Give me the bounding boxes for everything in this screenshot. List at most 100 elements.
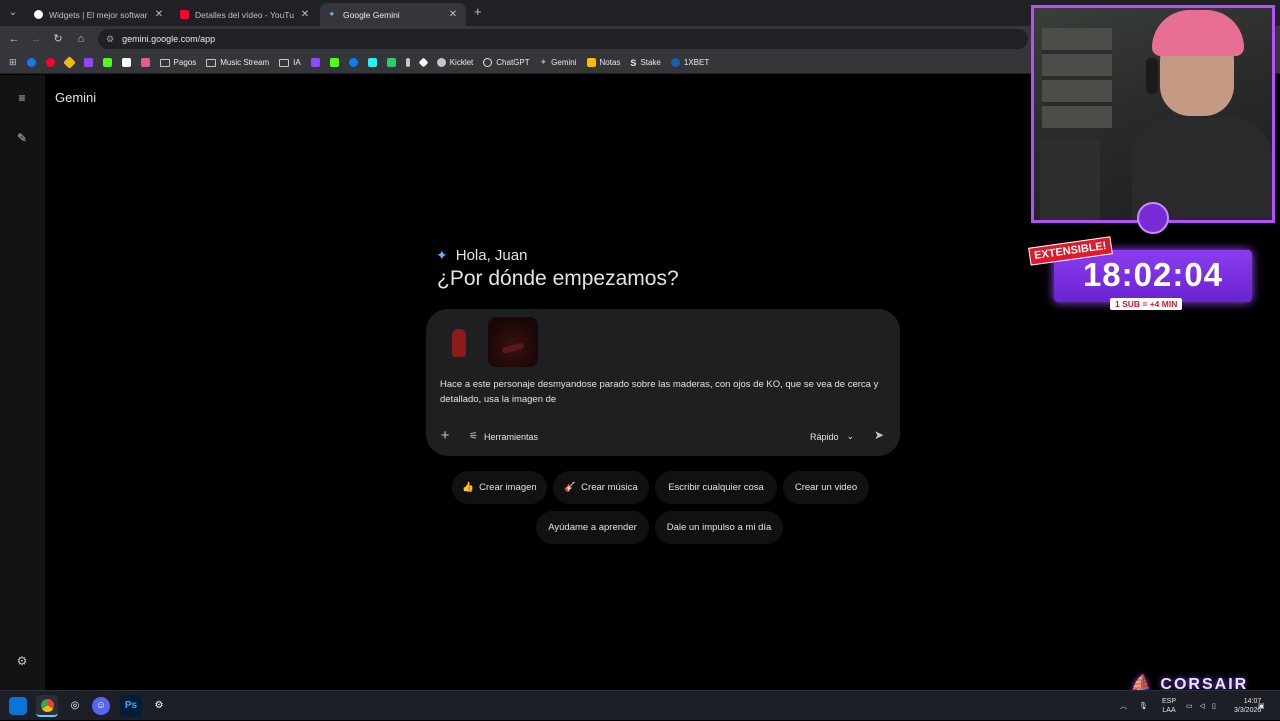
bookmark-folder-pagos[interactable]: Pagos [157,54,200,72]
microphone-icon[interactable]: 🎙 [1139,702,1148,710]
twitch-icon [83,58,93,67]
discord-taskbar-icon[interactable]: ☺ [92,697,110,715]
bookmark-label: Gemini [551,58,577,67]
notification-bell-icon[interactable]: ▣ [1258,691,1265,721]
gemini-favicon-icon: ✦ [328,9,336,19]
new-chat-edit-icon[interactable]: ✎ [14,130,30,146]
facebook-icon [26,58,36,67]
tray-chevron-icon[interactable]: ︿ [1120,701,1127,711]
bookmark-folder-ia[interactable]: IA [276,54,304,72]
chip-crear-video[interactable]: Crear un video [783,471,869,504]
chip-impulso-dia[interactable]: Dale un impulso a mi día [655,511,783,544]
bookmark-twitch[interactable] [81,54,96,72]
bookmark-label: 1XBET [683,58,710,67]
bookmark-diamond[interactable] [417,54,430,72]
bookmark-label: Stake [640,58,661,67]
bookmark-meta[interactable] [346,54,361,72]
bookmark-youtube[interactable] [43,54,58,72]
attachment-thumbnail-character[interactable] [432,317,482,367]
bookmark-1xbet[interactable]: 1XBET [668,54,712,72]
tab-title: Google Gemini [343,9,400,20]
bookmark-p[interactable] [119,54,134,72]
bookmark-binance[interactable] [62,54,77,72]
steam-taskbar-icon[interactable]: ⚙ [148,695,170,717]
chip-crear-imagen[interactable]: 👍 Crear imagen [452,471,547,504]
system-tray: ︿ 🎙 [1120,691,1148,721]
close-icon[interactable]: ✕ [154,9,164,20]
windows-start-icon[interactable] [9,697,27,715]
forward-arrow-icon[interactable]: → [28,31,44,47]
notes-icon [586,58,596,67]
add-plus-icon[interactable]: + [438,428,452,443]
timer-value: 18:02:04 [1082,256,1224,293]
app-brand-title[interactable]: Gemini [55,90,96,105]
site-info-icon[interactable]: ⚙ [106,34,114,45]
tools-button[interactable]: ⚟ Herramientas [469,431,538,442]
bookmark-facebook[interactable] [24,54,39,72]
chatgpt-icon [483,58,493,67]
bookmark-kick[interactable] [100,54,115,72]
chip-escribir[interactable]: Escribir cualquier cosa [655,471,777,504]
close-icon[interactable]: ✕ [300,9,310,20]
widgets-favicon-icon [34,10,43,19]
send-arrow-icon[interactable]: ➤ [872,428,886,442]
tab-title: Detalles del vídeo - YouTube Studio [195,9,294,20]
mode-selector[interactable]: Rápido ⌄ [810,431,854,442]
gemini-icon: ✦ [539,57,548,67]
bookmark-chatgpt[interactable]: ChatGPT [480,54,532,72]
attachment-thumbnail-wood[interactable] [488,317,538,367]
chip-ayudame-aprender[interactable]: Ayúdame a aprender [536,511,649,544]
bookmark-stake[interactable]: S Stake [627,54,663,72]
lightning-icon [405,58,410,67]
chip-crear-musica[interactable]: 🎸 Crear música [553,471,649,504]
tab-search-icon[interactable]: ⌄ [4,4,22,22]
bookmark-refresh[interactable] [384,54,399,72]
obs-taskbar-icon[interactable]: ◎ [64,695,86,717]
bookmark-kicklet[interactable]: Kicklet [434,54,477,72]
tab-youtube-studio[interactable]: Detalles del vídeo - YouTube Studio ✕ [172,3,318,26]
tune-sliders-icon: ⚟ [469,431,478,442]
chip-label: Ayúdame a aprender [548,522,637,533]
address-bar[interactable]: ⚙ gemini.google.com/app [98,29,1028,49]
back-arrow-icon[interactable]: ← [6,31,22,47]
bookmark-m[interactable] [138,54,153,72]
1xbet-icon [670,58,680,67]
home-icon[interactable]: ⌂ [73,31,89,47]
chrome-taskbar-icon[interactable] [36,695,58,717]
bookmark-folder-music-stream[interactable]: Music Stream [203,54,272,72]
mode-label: Rápido [810,431,839,442]
sidebar: ≡ ✎ ⚙ [0,75,45,690]
chip-label: Crear música [581,482,638,493]
close-icon[interactable]: ✕ [448,9,458,20]
bookmark-label: Kicklet [449,58,474,67]
kicklet-icon [436,58,446,67]
reload-icon[interactable]: ↻ [50,31,66,47]
language-indicator[interactable]: ESP LAA [1162,691,1176,721]
p-icon [121,58,131,67]
youtube-icon [45,58,55,67]
settings-gear-icon[interactable]: ⚙ [14,653,30,669]
bookmark-lightning[interactable] [403,54,413,72]
bookmark-label: Pagos [173,58,197,67]
chip-label: Dale un impulso a mi día [666,522,772,533]
tab-widgets[interactable]: Widgets | El mejor software para ✕ [26,3,172,26]
volume-icon[interactable]: ◁ [1200,702,1205,710]
tab-google-gemini[interactable]: ✦ Google Gemini ✕ [320,3,466,26]
menu-hamburger-icon[interactable]: ≡ [14,90,30,106]
bookmark-notas[interactable]: Notas [584,54,624,72]
new-tab-plus-icon[interactable]: + [474,4,482,19]
network-icon[interactable]: ▭ [1186,702,1193,710]
bookmark-twitch-2[interactable] [308,54,323,72]
photoshop-taskbar-icon[interactable]: Ps [120,695,142,717]
webcam-overlay [1031,5,1275,223]
streamer-avatar-icon [1137,202,1169,234]
bookmark-tiktok[interactable] [365,54,380,72]
folder-icon [279,58,290,67]
tab-title: Widgets | El mejor software para [49,9,148,20]
bookmark-kick-2[interactable] [327,54,342,72]
prompt-input[interactable]: Hace a este personaje desmyandose parado… [440,377,880,407]
apps-grid-icon[interactable]: ⊞ [6,54,20,72]
battery-icon[interactable]: ▯ [1212,702,1216,710]
folder-icon [159,58,170,67]
bookmark-gemini[interactable]: ✦ Gemini [537,54,580,72]
